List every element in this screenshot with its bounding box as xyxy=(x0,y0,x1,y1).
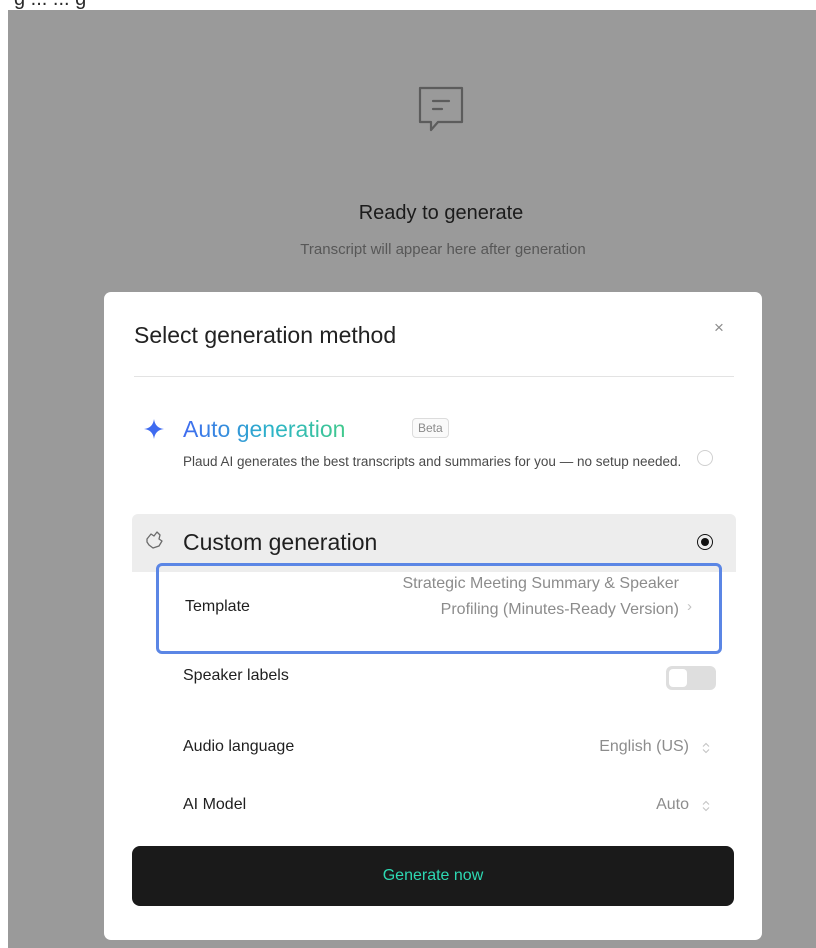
template-label: Template xyxy=(185,598,250,615)
toggle-knob xyxy=(669,669,687,687)
updown-icon xyxy=(702,742,710,754)
template-selector[interactable]: Template Strategic Meeting Summary & Spe… xyxy=(156,563,722,654)
sparkle-icon xyxy=(144,419,164,439)
beta-badge: Beta xyxy=(412,418,449,438)
auto-generation-radio[interactable] xyxy=(697,450,713,466)
dialog-divider xyxy=(134,376,734,377)
page-caption: g ... ... g xyxy=(0,0,816,10)
updown-icon xyxy=(702,800,710,812)
generate-now-button[interactable]: Generate now xyxy=(132,846,734,906)
hand-icon xyxy=(146,531,163,549)
chat-note-icon xyxy=(418,86,464,132)
dialog-title: Select generation method xyxy=(134,322,397,348)
chevron-right-icon: › xyxy=(687,598,692,615)
speaker-labels-label: Speaker labels xyxy=(183,667,289,684)
auto-generation-title: Auto generation xyxy=(183,416,346,442)
empty-state-subtitle: Transcript will appear here after genera… xyxy=(300,241,586,258)
ai-model-value[interactable]: Auto xyxy=(584,796,689,814)
auto-generation-option[interactable]: Auto generation Beta Plaud AI generates … xyxy=(134,410,734,510)
auto-generation-description: Plaud AI generates the best transcripts … xyxy=(183,454,682,469)
close-icon[interactable]: × xyxy=(709,318,729,338)
generation-method-dialog: Select generation method × Auto generati… xyxy=(104,292,762,940)
empty-state-title: Ready to generate xyxy=(358,202,524,224)
custom-generation-title: Custom generation xyxy=(183,529,378,555)
audio-language-value[interactable]: English (US) xyxy=(484,738,689,756)
audio-language-label: Audio language xyxy=(183,738,295,755)
speaker-labels-toggle[interactable] xyxy=(666,666,716,690)
ai-model-label: AI Model xyxy=(183,796,247,813)
custom-generation-radio[interactable] xyxy=(697,534,713,550)
template-value: Strategic Meeting Summary & Speaker Prof… xyxy=(402,575,679,618)
